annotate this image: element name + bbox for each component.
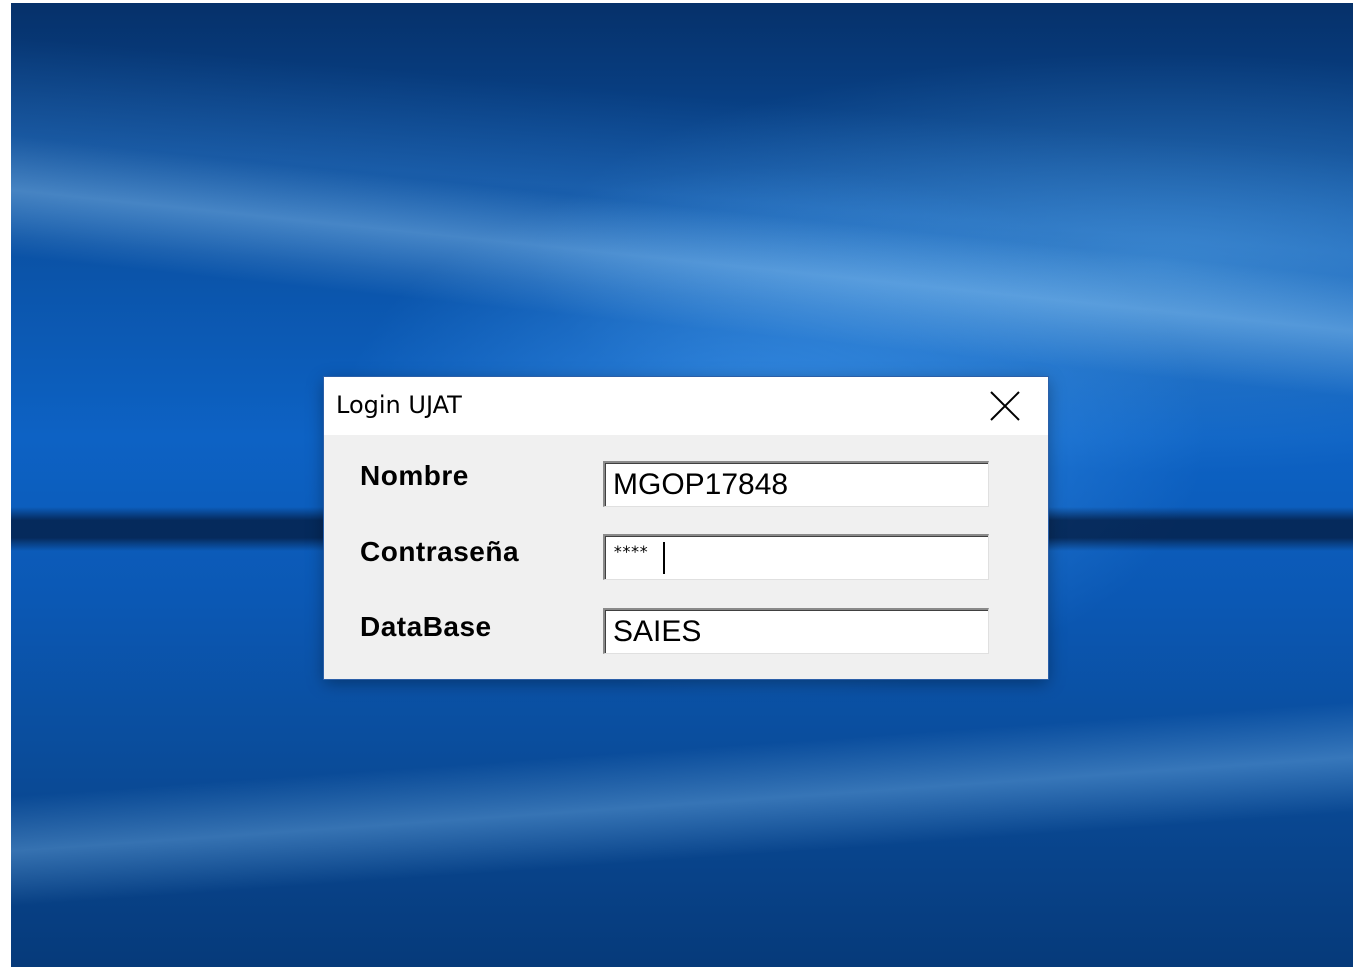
nombre-label: Nombre: [360, 460, 469, 491]
text-caret: [663, 542, 665, 574]
database-label: DataBase: [360, 611, 492, 642]
wallpaper-light-beam: [11, 23, 1353, 371]
nombre-field[interactable]: MGOP17848: [603, 461, 989, 507]
contrasena-label: Contraseña: [360, 536, 520, 567]
close-icon: [990, 391, 1020, 421]
wallpaper-light-beam: [11, 684, 1353, 913]
dialog-titlebar[interactable]: Login UJAT: [324, 377, 1048, 435]
dialog-title: Login UJAT: [336, 391, 462, 419]
database-field[interactable]: SAIES: [603, 608, 989, 654]
login-dialog: Login UJAT Nombre MGOP17848 Contraseña *…: [324, 377, 1048, 679]
close-button[interactable]: [982, 385, 1028, 427]
password-mask: ****: [613, 542, 649, 561]
database-value: SAIES: [613, 615, 702, 648]
nombre-value: MGOP17848: [613, 468, 789, 501]
contrasena-field[interactable]: ****: [603, 534, 989, 580]
wallpaper-light-beam: [11, 123, 1353, 421]
